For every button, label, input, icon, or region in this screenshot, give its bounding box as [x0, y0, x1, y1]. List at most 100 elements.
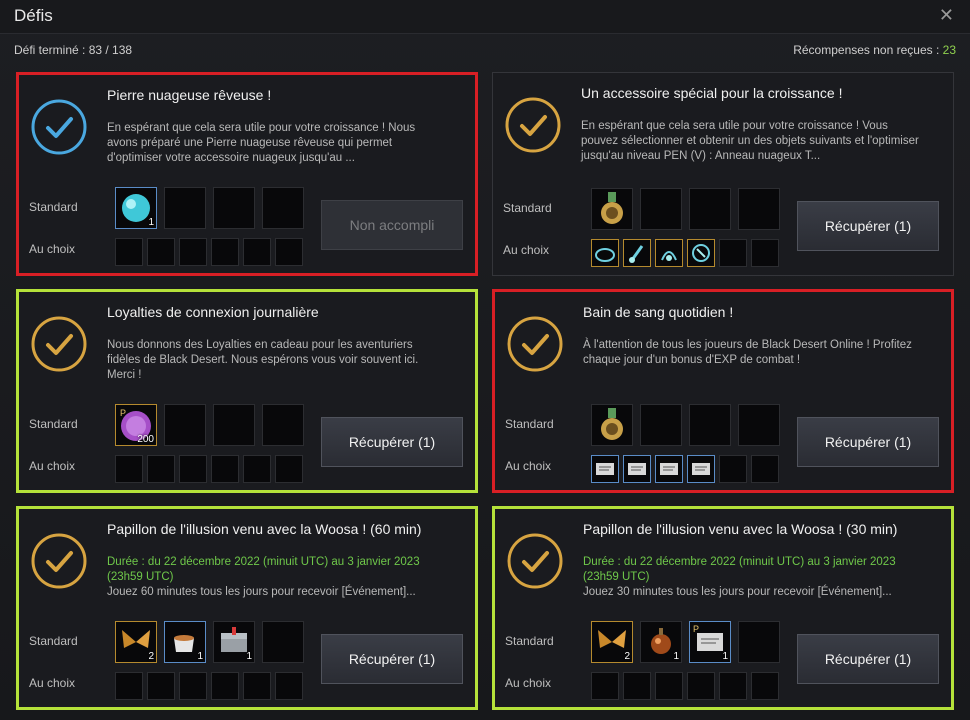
reward-slot[interactable] [689, 188, 731, 230]
claim-button[interactable]: Récupérer (1) [321, 634, 463, 684]
reward-slot[interactable]: P 1 [689, 621, 731, 663]
challenge-card: Loyalties de connexion journalière Nous … [16, 289, 478, 493]
choice-slot[interactable] [275, 672, 303, 700]
choice-slot[interactable] [623, 239, 651, 267]
scroll-icon [628, 463, 646, 475]
challenge-card: Papillon de l'illusion venu avec la Woos… [492, 506, 954, 710]
choice-slot[interactable] [243, 455, 271, 483]
reward-slot[interactable] [164, 404, 206, 446]
choice-slot[interactable] [147, 672, 175, 700]
choice-slot[interactable] [591, 239, 619, 267]
claim-button[interactable]: Récupérer (1) [797, 634, 939, 684]
item-qty: 1 [197, 651, 203, 662]
item-qty: 1 [148, 217, 154, 228]
duration: du 22 décembre 2022 (minuit UTC) au 3 ja… [583, 556, 896, 583]
item-qty: 1 [673, 651, 679, 662]
choice-slot[interactable] [751, 672, 779, 700]
standard-label: Standard [29, 200, 78, 214]
ring-icon [595, 248, 615, 262]
reward-slot[interactable] [213, 187, 255, 229]
reward-slot[interactable] [591, 404, 633, 446]
choice-slot[interactable] [243, 238, 271, 266]
card-desc: À l'attention de tous les joueurs de Bla… [583, 339, 912, 366]
reward-slot[interactable] [738, 188, 780, 230]
reward-slot[interactable] [640, 404, 682, 446]
reward-slot[interactable]: 1 [640, 621, 682, 663]
choice-slot[interactable] [115, 672, 143, 700]
reward-slot[interactable]: 2 [591, 621, 633, 663]
choice-slot[interactable] [179, 455, 207, 483]
choice-label: Au choix [29, 676, 76, 690]
challenge-card: Un accessoire spécial pour la croissance… [492, 72, 954, 276]
claim-button[interactable]: Récupérer (1) [797, 201, 939, 251]
reward-slot[interactable] [213, 404, 255, 446]
check-gold-icon [507, 533, 563, 589]
challenges-window: Défis ✕ Défi terminé : 83 / 138 Récompen… [0, 0, 970, 720]
choice-slot[interactable] [719, 455, 747, 483]
card-desc: En espérant que cela sera utile pour vot… [581, 120, 919, 162]
choice-slot[interactable] [719, 672, 747, 700]
check-gold-icon [31, 533, 87, 589]
belt-icon [692, 244, 710, 262]
reward-slot[interactable] [591, 188, 633, 230]
choice-slot[interactable] [275, 455, 303, 483]
choice-slot[interactable] [655, 455, 683, 483]
choice-slot[interactable] [655, 239, 683, 267]
choice-slot[interactable] [719, 239, 747, 267]
choice-slot[interactable] [147, 238, 175, 266]
check-gold-icon [505, 97, 561, 153]
choice-slot[interactable] [179, 238, 207, 266]
completed-count: Défi terminé : 83 / 138 [14, 43, 133, 57]
card-desc-text: Jouez 30 minutes tous les jours pour rec… [583, 586, 892, 598]
choice-slot[interactable] [115, 455, 143, 483]
choice-slot[interactable] [115, 238, 143, 266]
check-gold-icon [31, 316, 87, 372]
reward-slot[interactable]: P 200 [115, 404, 157, 446]
reward-slot[interactable] [738, 404, 780, 446]
reward-slot[interactable] [640, 188, 682, 230]
medal-icon [601, 192, 623, 224]
choice-slot[interactable] [623, 455, 651, 483]
title-bar: Défis ✕ [0, 0, 970, 34]
choice-slot[interactable] [211, 672, 239, 700]
duration-label: Durée : [107, 556, 148, 568]
svg-text:P: P [693, 624, 699, 634]
close-icon[interactable]: ✕ [939, 5, 954, 26]
reward-slot[interactable]: 2 [115, 621, 157, 663]
choice-slot[interactable] [687, 455, 715, 483]
claim-button[interactable]: Récupérer (1) [797, 417, 939, 467]
standard-label: Standard [505, 634, 554, 648]
choice-slot[interactable] [179, 672, 207, 700]
choice-slot[interactable] [591, 455, 619, 483]
choice-slot[interactable] [623, 672, 651, 700]
reward-slot[interactable]: 1 [115, 187, 157, 229]
choice-slot[interactable] [751, 239, 779, 267]
choice-slot[interactable] [147, 455, 175, 483]
reward-slot[interactable] [689, 404, 731, 446]
choice-slot[interactable] [751, 455, 779, 483]
reward-slot[interactable] [262, 404, 304, 446]
choice-slot[interactable] [275, 238, 303, 266]
choice-slot[interactable] [243, 672, 271, 700]
check-gold-icon [507, 316, 563, 372]
reward-slot[interactable] [738, 621, 780, 663]
choice-label: Au choix [503, 243, 550, 257]
choice-slot[interactable] [211, 455, 239, 483]
scroll-icon [692, 463, 710, 475]
claim-button[interactable]: Récupérer (1) [321, 417, 463, 467]
reward-slot[interactable]: 1 [213, 621, 255, 663]
choice-slot[interactable] [687, 239, 715, 267]
choice-slot[interactable] [655, 672, 683, 700]
choice-slot[interactable] [687, 672, 715, 700]
card-title: Un accessoire spécial pour la croissance… [581, 85, 843, 101]
svg-text:P: P [120, 408, 126, 418]
reward-slot[interactable] [262, 621, 304, 663]
claim-button[interactable]: Non accompli [321, 200, 463, 250]
necklace-icon [661, 251, 677, 261]
reward-slot[interactable] [164, 187, 206, 229]
choice-slot[interactable] [211, 238, 239, 266]
reward-slot[interactable]: 1 [164, 621, 206, 663]
medal-icon [601, 408, 623, 440]
reward-slot[interactable] [262, 187, 304, 229]
choice-slot[interactable] [591, 672, 619, 700]
